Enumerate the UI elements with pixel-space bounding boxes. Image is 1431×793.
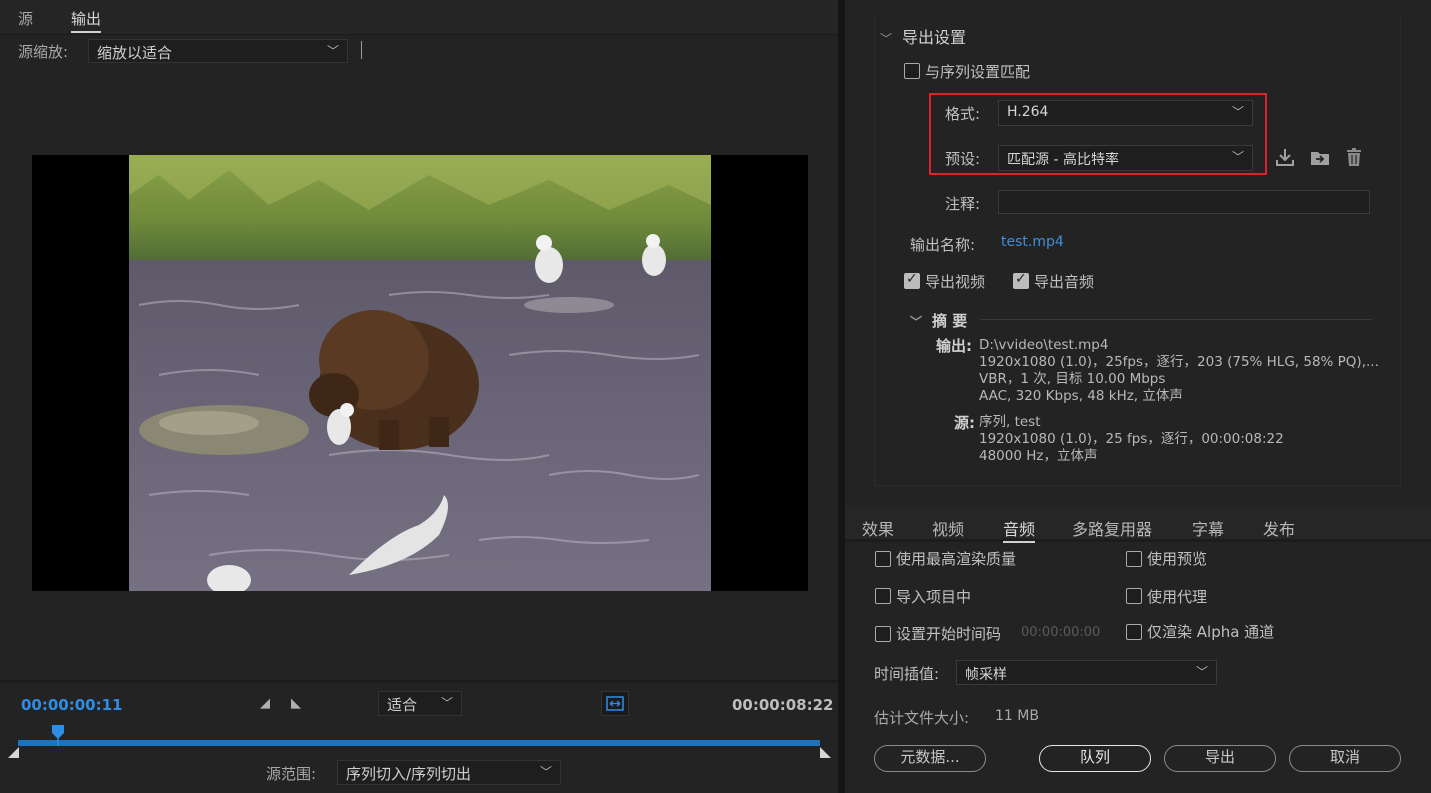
export-video-checkbox[interactable]: [904, 271, 920, 289]
source-range-value: 序列切入/序列切出: [346, 765, 472, 783]
tab-publish[interactable]: 发布: [1263, 516, 1295, 540]
source-scaling-label: 源缩放:: [18, 43, 69, 61]
source-range-dropdown[interactable]: 序列切入/序列切出 ﹀: [337, 760, 561, 785]
export-audio-checkbox[interactable]: [1013, 271, 1029, 289]
summary-source-line: 48000 Hz，立体声: [979, 448, 1098, 464]
chevron-down-icon: ﹀: [1195, 665, 1208, 679]
use-previews-label: 使用预览: [1147, 550, 1208, 568]
set-start-timecode-label: 设置开始时间码: [896, 625, 1002, 643]
tab-multiplexer[interactable]: 多路复用器: [1072, 516, 1152, 540]
tab-source[interactable]: 源: [18, 8, 33, 29]
chevron-down-icon: ﹀: [326, 44, 339, 58]
cancel-button[interactable]: 取消: [1289, 745, 1401, 772]
export-video-label: 导出视频: [925, 273, 986, 291]
export-button[interactable]: 导出: [1164, 745, 1276, 772]
source-scaling-dropdown[interactable]: 缩放以适合 ﹀: [88, 39, 348, 63]
fit-dropdown[interactable]: 适合 ﹀: [378, 691, 462, 716]
mark-in-icon[interactable]: ◢: [260, 696, 270, 711]
mark-out-icon[interactable]: ◣: [291, 696, 301, 711]
aspect-correction-button[interactable]: [601, 691, 629, 716]
folder-import-icon: [1311, 152, 1329, 165]
preset-label: 预设:: [945, 150, 981, 168]
current-timecode[interactable]: 00:00:00:11: [21, 696, 123, 714]
bear-river-frame: [129, 155, 711, 591]
export-settings-title: 导出设置: [902, 28, 967, 47]
aspect-ratio-icon: [606, 696, 624, 711]
metadata-button[interactable]: 元数据...: [874, 745, 986, 772]
summary-header[interactable]: ﹀ 摘 要: [910, 310, 967, 331]
download-icon: [1276, 149, 1294, 166]
chevron-down-icon: ﹀: [1231, 150, 1244, 164]
summary-output-line: D:\vvideo\test.mp4: [979, 337, 1109, 353]
video-preview-image: [129, 155, 711, 591]
preset-dropdown[interactable]: 匹配源 - 高比特率 ﹀: [998, 145, 1253, 171]
playhead-icon: [52, 725, 65, 746]
format-value: H.264: [1007, 104, 1049, 120]
timeline-scrubber[interactable]: [18, 740, 820, 746]
use-proxies-label: 使用代理: [1147, 588, 1208, 606]
tab-output[interactable]: 输出: [71, 8, 102, 33]
source-scaling-value: 缩放以适合: [97, 44, 173, 62]
tab-video[interactable]: 视频: [932, 516, 964, 540]
format-label: 格式:: [945, 105, 981, 123]
tab-audio[interactable]: 音频: [1003, 516, 1036, 543]
match-sequence-label: 与序列设置匹配: [925, 63, 1031, 81]
set-start-timecode-checkbox[interactable]: [875, 626, 891, 642]
source-range-label: 源范围:: [266, 765, 317, 783]
tab-effects[interactable]: 效果: [862, 516, 894, 540]
summary-source-line: 序列, test: [979, 414, 1041, 430]
comments-label: 注释:: [945, 195, 981, 213]
import-into-project-label: 导入项目中: [896, 588, 972, 606]
export-settings-header[interactable]: ﹀ 导出设置: [880, 24, 966, 48]
summary-source-line: 1920x1080 (1.0)，25 fps，逐行，00:00:08:22: [979, 431, 1284, 447]
summary-title: 摘 要: [932, 312, 968, 330]
chevron-down-icon: ﹀: [539, 765, 552, 779]
summary-output-key: 输出:: [936, 337, 972, 355]
estimated-file-size-label: 估计文件大小:: [874, 709, 970, 727]
import-preset-icon[interactable]: [1308, 146, 1332, 173]
match-sequence-checkbox[interactable]: [904, 63, 920, 79]
use-previews-checkbox[interactable]: [1126, 551, 1142, 567]
estimated-file-size-value: 11 MB: [995, 708, 1039, 724]
chevron-down-icon: ﹀: [910, 315, 923, 329]
max-render-quality-checkbox[interactable]: [875, 551, 891, 567]
preset-value: 匹配源 - 高比特率: [1007, 152, 1119, 168]
render-alpha-only-label: 仅渲染 Alpha 通道: [1147, 623, 1275, 641]
panel-divider[interactable]: [838, 0, 845, 793]
summary-output-line: 1920x1080 (1.0)，25fps，逐行，203 (75% HLG, 5…: [979, 354, 1379, 370]
render-alpha-only-checkbox[interactable]: [1126, 624, 1142, 640]
comments-input[interactable]: [998, 190, 1370, 214]
trash-icon[interactable]: [1343, 146, 1365, 173]
summary-divider: [980, 319, 1372, 320]
queue-button[interactable]: 队列: [1039, 745, 1151, 772]
chevron-down-icon: ﹀: [880, 32, 893, 46]
chevron-down-icon: ﹀: [440, 696, 453, 710]
use-proxies-checkbox[interactable]: [1126, 588, 1142, 604]
duration-timecode: 00:00:08:22: [732, 696, 834, 714]
summary-source-key: 源:: [954, 414, 975, 432]
export-audio-label: 导出音频: [1034, 273, 1095, 291]
time-interpolation-dropdown[interactable]: 帧采样 ﹀: [956, 660, 1217, 685]
summary-output-line: VBR，1 次, 目标 10.00 Mbps: [979, 371, 1166, 387]
fit-value: 适合: [387, 696, 418, 714]
range-start-handle[interactable]: [8, 747, 19, 758]
summary-output-line: AAC, 320 Kbps, 48 kHz, 立体声: [979, 388, 1183, 404]
tab-captions[interactable]: 字幕: [1192, 516, 1224, 540]
format-dropdown[interactable]: H.264 ﹀: [998, 100, 1253, 126]
output-name-label: 输出名称:: [910, 236, 976, 254]
time-interpolation-label: 时间插值:: [874, 665, 940, 683]
output-name-link[interactable]: test.mp4: [1001, 234, 1064, 250]
max-render-quality-label: 使用最高渲染质量: [896, 550, 1017, 568]
delete-preset-icon: [1347, 148, 1361, 166]
time-interpolation-value: 帧采样: [965, 667, 1007, 683]
playhead[interactable]: [51, 724, 65, 746]
divider: [361, 41, 362, 59]
range-end-handle[interactable]: [820, 747, 831, 758]
import-into-project-checkbox[interactable]: [875, 588, 891, 604]
panel-tab-bar: [0, 0, 838, 35]
chevron-down-icon: ﹀: [1231, 105, 1244, 119]
start-timecode-input[interactable]: 00:00:00:00: [1021, 625, 1100, 640]
save-preset-icon[interactable]: [1274, 146, 1296, 173]
